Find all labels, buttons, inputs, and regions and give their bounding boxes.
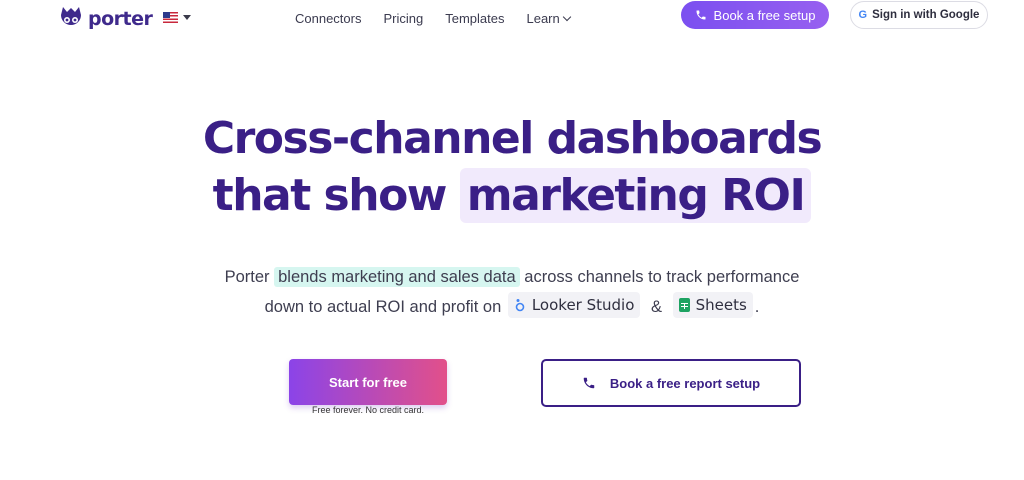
hero-headline-line2: that show marketing ROI: [0, 168, 1024, 223]
menu-item-templates[interactable]: Templates: [445, 11, 504, 26]
subtitle-line2-prefix: down to actual ROI and profit on: [264, 298, 506, 316]
subtitle-suffix: across channels to track performance: [519, 268, 800, 286]
start-for-free-button[interactable]: Start for free: [289, 359, 447, 405]
hero-subtitle-line2: down to actual ROI and profit on Looker …: [0, 292, 1024, 319]
book-report-setup-button[interactable]: Book a free report setup: [541, 359, 801, 407]
headline-highlight: marketing ROI: [459, 168, 812, 223]
us-flag-icon: [163, 12, 178, 23]
headline-plain-text: that show: [212, 170, 460, 221]
sheets-label: Sheets: [695, 296, 747, 314]
subtitle-highlight: blends marketing and sales data: [274, 267, 520, 287]
menu-item-pricing[interactable]: Pricing: [383, 11, 423, 26]
subtitle-period: .: [754, 298, 760, 316]
phone-icon: [696, 10, 706, 20]
google-sheets-icon: [678, 298, 690, 312]
looker-studio-label: Looker Studio: [531, 296, 635, 314]
caret-down-icon: [183, 15, 191, 20]
google-signin-button[interactable]: G Sign in with Google: [850, 1, 988, 29]
sheets-chip: Sheets: [672, 292, 753, 318]
ampersand: &: [650, 298, 662, 316]
language-selector[interactable]: [163, 12, 191, 23]
menu-item-learn[interactable]: Learn: [526, 11, 571, 26]
google-signin-label: Sign in with Google: [872, 9, 980, 21]
hero-subtitle-line1: Porter blends marketing and sales data a…: [0, 265, 1024, 289]
book-setup-button[interactable]: Book a free setup: [681, 1, 829, 29]
porter-logo[interactable]: porter: [58, 5, 153, 33]
top-nav: porter Connectors Pricing Templates Lear…: [0, 0, 1024, 40]
looker-studio-icon: [515, 299, 525, 312]
looker-studio-chip: Looker Studio: [507, 292, 641, 318]
book-report-setup-label: Book a free report setup: [609, 375, 761, 391]
menu-item-connectors[interactable]: Connectors: [295, 11, 361, 26]
subtitle-prefix: Porter: [224, 268, 275, 286]
porter-logo-icon: [61, 7, 81, 28]
brand-name: porter: [88, 8, 153, 30]
free-forever-note: Free forever. No credit card.: [311, 405, 425, 415]
chevron-down-icon: [562, 12, 571, 22]
start-for-free-label: Start for free: [328, 374, 408, 390]
book-setup-label: Book a free setup: [713, 7, 816, 23]
main-menu: Connectors Pricing Templates Learn: [295, 11, 571, 26]
hero-headline-line1: Cross-channel dashboards: [202, 113, 823, 164]
phone-icon: [583, 377, 595, 389]
menu-item-learn-label: Learn: [526, 11, 560, 26]
google-icon: G: [858, 9, 868, 21]
